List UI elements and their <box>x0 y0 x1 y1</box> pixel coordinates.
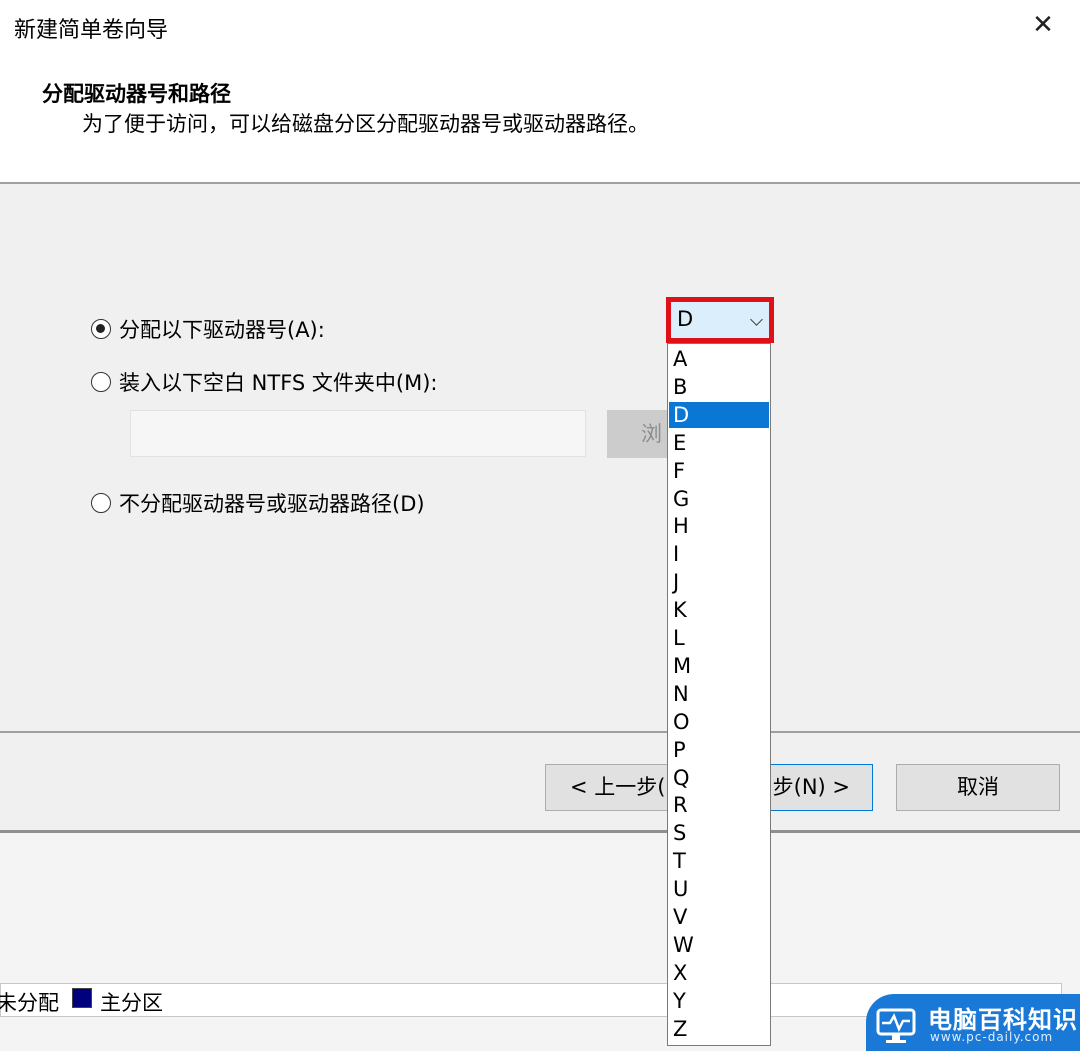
assign-letter-label: 分配以下驱动器号(A): <box>119 318 325 342</box>
dropdown-option-u[interactable]: U <box>669 876 769 902</box>
dropdown-option-o[interactable]: O <box>669 709 769 735</box>
no-assign-option[interactable]: 不分配驱动器号或驱动器路径(D) <box>91 488 425 518</box>
mount-path-input[interactable] <box>130 410 586 457</box>
legend-primary-swatch <box>72 988 92 1008</box>
drive-letter-select[interactable]: D <box>666 297 774 343</box>
dropdown-option-b[interactable]: B <box>669 374 769 400</box>
dropdown-option-r[interactable]: R <box>669 792 769 818</box>
dropdown-option-x[interactable]: X <box>669 960 769 986</box>
window-title: 新建简单卷向导 <box>14 18 169 43</box>
chevron-down-icon[interactable] <box>750 313 763 326</box>
monitor-icon <box>871 1000 921 1047</box>
dropdown-option-h[interactable]: H <box>669 513 769 539</box>
page-title: 分配驱动器号和路径 <box>42 82 231 106</box>
radio-no-assign[interactable] <box>91 493 111 513</box>
radio-assign-letter[interactable] <box>91 319 111 339</box>
dropdown-option-f[interactable]: F <box>669 458 769 484</box>
dropdown-option-m[interactable]: M <box>669 653 769 679</box>
close-icon[interactable]: ✕ <box>1026 8 1060 42</box>
dropdown-option-n[interactable]: N <box>669 681 769 707</box>
radio-mount-folder[interactable] <box>91 372 111 392</box>
dropdown-option-e[interactable]: E <box>669 430 769 456</box>
assign-letter-option[interactable]: 分配以下驱动器号(A): <box>91 314 325 344</box>
options-panel <box>0 184 1080 732</box>
dropdown-option-z[interactable]: Z <box>669 1016 769 1042</box>
mount-folder-option[interactable]: 装入以下空白 NTFS 文件夹中(M): <box>91 367 438 397</box>
dropdown-option-v[interactable]: V <box>669 904 769 930</box>
dropdown-option-j[interactable]: J <box>669 569 769 595</box>
dropdown-option-s[interactable]: S <box>669 820 769 846</box>
watermark-url: www.pc-daily.com <box>930 1030 1054 1044</box>
mount-folder-label: 装入以下空白 NTFS 文件夹中(M): <box>119 371 438 395</box>
dropdown-option-y[interactable]: Y <box>669 988 769 1014</box>
dropdown-option-a[interactable]: A <box>669 346 769 372</box>
dropdown-option-d[interactable]: D <box>669 401 769 428</box>
no-assign-label: 不分配驱动器号或驱动器路径(D) <box>119 492 425 516</box>
dropdown-option-g[interactable]: G <box>669 486 769 512</box>
dropdown-option-t[interactable]: T <box>669 848 769 874</box>
cancel-button[interactable]: 取消 <box>896 764 1060 811</box>
page-description: 为了便于访问，可以给磁盘分区分配驱动器号或驱动器路径。 <box>82 112 649 136</box>
dropdown-option-p[interactable]: P <box>669 737 769 763</box>
dropdown-option-l[interactable]: L <box>669 625 769 651</box>
dropdown-option-w[interactable]: W <box>669 932 769 958</box>
dropdown-option-q[interactable]: Q <box>669 765 769 791</box>
drive-letter-value: D <box>677 307 694 331</box>
dropdown-option-k[interactable]: K <box>669 597 769 623</box>
legend-primary-label: 主分区 <box>100 991 163 1015</box>
legend-unallocated-label: 未分配 <box>0 991 59 1015</box>
drive-letter-dropdown[interactable]: ABDEFGHIJKLMNOPQRSTUVWXYZ <box>667 343 771 1046</box>
dropdown-option-i[interactable]: I <box>669 541 769 567</box>
